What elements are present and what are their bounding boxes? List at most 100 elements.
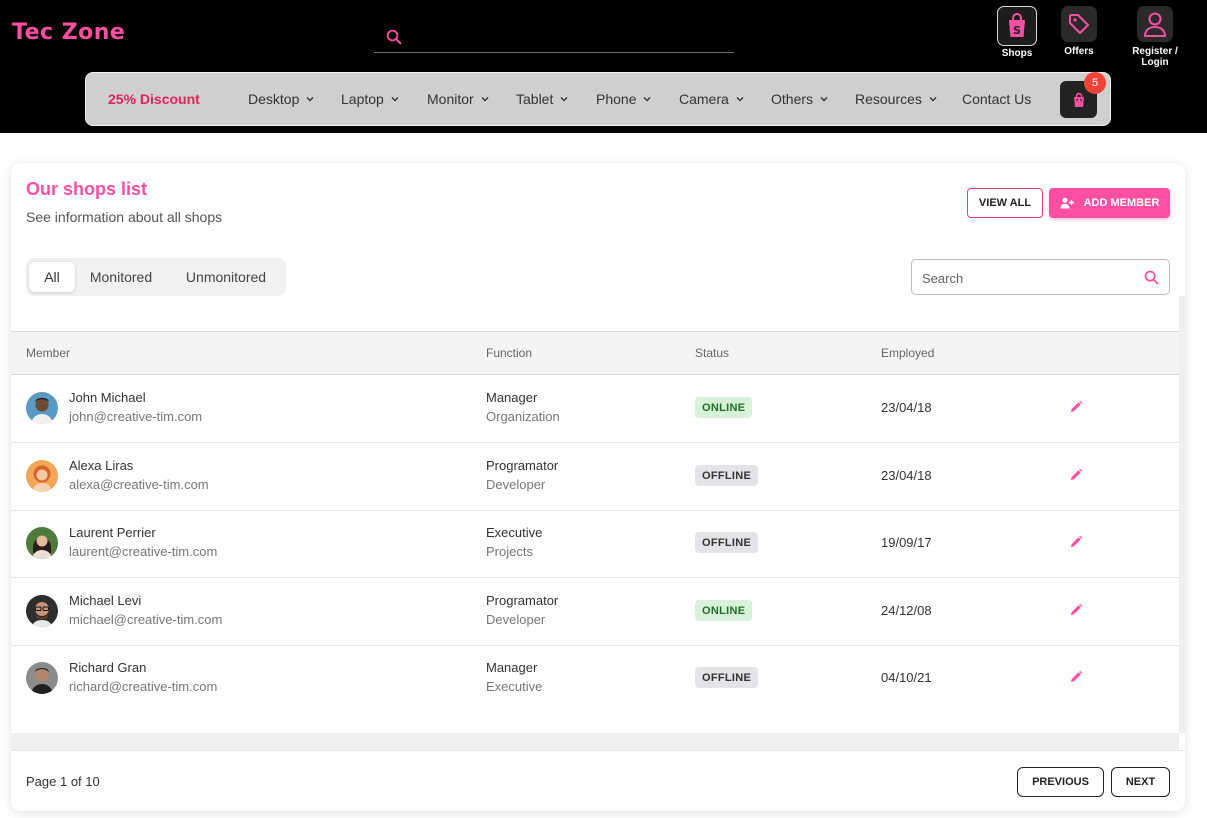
- filter-tabs: All Monitored Unmonitored: [26, 258, 286, 296]
- offers-button[interactable]: Offers: [1061, 6, 1097, 57]
- cart-count-badge: 5: [1084, 72, 1106, 94]
- nav-item-resources[interactable]: Resources: [855, 91, 938, 107]
- table-row: John Michael john@creative-tim.com Manag…: [11, 375, 1179, 443]
- status-badge: OFFLINE: [695, 667, 759, 688]
- table-header: Member Function Status Employed: [11, 331, 1179, 375]
- member-email: richard@creative-tim.com: [69, 679, 218, 694]
- tab-all[interactable]: All: [29, 262, 75, 292]
- nav-item-label: Others: [771, 91, 814, 107]
- tab-unmonitored[interactable]: Unmonitored: [176, 262, 276, 292]
- pencil-icon[interactable]: [1069, 535, 1083, 549]
- pencil-icon[interactable]: [1069, 468, 1083, 482]
- column-header-status: Status: [695, 346, 730, 360]
- top-search-input[interactable]: [414, 26, 724, 50]
- member-name: Michael Levi: [69, 593, 142, 608]
- employed-date: 04/10/21: [881, 670, 932, 685]
- table-scrollbar[interactable]: [1179, 296, 1185, 733]
- chevron-down-icon: [481, 97, 489, 102]
- status-badge: OFFLINE: [695, 532, 759, 553]
- function-title: Manager: [486, 390, 538, 405]
- function-title: Programator: [486, 593, 559, 608]
- nav-item-label: Tablet: [516, 91, 554, 107]
- nav-item-desktop[interactable]: Desktop: [248, 91, 315, 107]
- user-plus-icon: [1060, 197, 1074, 209]
- nav-item-label: Desktop: [248, 91, 300, 107]
- view-all-button[interactable]: VIEW ALL: [967, 188, 1043, 218]
- avatar: [26, 595, 58, 627]
- function-title: Executive: [486, 525, 543, 540]
- function-subtitle: Developer: [486, 612, 546, 627]
- table-search[interactable]: [911, 259, 1170, 295]
- pencil-icon[interactable]: [1069, 400, 1083, 414]
- column-header-employed: Employed: [881, 346, 935, 360]
- avatar: [26, 527, 58, 559]
- chevron-down-icon: [306, 97, 314, 102]
- chevron-down-icon: [736, 97, 744, 102]
- chevron-down-icon: [643, 97, 651, 102]
- table-row: Richard Gran richard@creative-tim.com Ma…: [11, 645, 1179, 713]
- nav-item-label: Monitor: [427, 91, 474, 107]
- discount-link[interactable]: 25% Discount: [108, 91, 200, 107]
- employed-date: 23/04/18: [881, 468, 932, 483]
- search-icon[interactable]: [385, 28, 403, 46]
- member-name: Alexa Liras: [69, 458, 134, 473]
- chevron-down-icon: [391, 97, 399, 102]
- chevron-down-icon: [820, 97, 828, 102]
- previous-button[interactable]: PREVIOUS: [1017, 767, 1104, 797]
- employed-date: 23/04/18: [881, 400, 932, 415]
- function-subtitle: Organization: [486, 409, 560, 424]
- site-logo[interactable]: Tec Zone: [12, 20, 125, 45]
- pencil-icon[interactable]: [1069, 670, 1083, 684]
- nav-item-laptop[interactable]: Laptop: [341, 91, 400, 107]
- member-name: John Michael: [69, 390, 146, 405]
- nav-item-tablet[interactable]: Tablet: [516, 91, 569, 107]
- shops-list-card: Our shops list See information about all…: [11, 163, 1185, 811]
- member-name: Richard Gran: [69, 660, 147, 675]
- column-header-function: Function: [486, 346, 533, 360]
- member-email: alexa@creative-tim.com: [69, 477, 209, 492]
- shopping-bag-icon: [1073, 92, 1084, 107]
- member-name: Laurent Perrier: [69, 525, 156, 540]
- search-icon[interactable]: [1143, 269, 1160, 286]
- column-header-member: Member: [26, 346, 71, 360]
- status-badge: OFFLINE: [695, 465, 759, 486]
- next-button[interactable]: NEXT: [1111, 767, 1170, 797]
- nav-item-others[interactable]: Others: [771, 91, 829, 107]
- nav-item-camera[interactable]: Camera: [679, 91, 745, 107]
- member-email: john@creative-tim.com: [69, 409, 203, 424]
- register-login-button[interactable]: Register / Login: [1120, 6, 1190, 68]
- card-title: Our shops list: [26, 179, 148, 199]
- horizontal-scrollbar[interactable]: [11, 733, 1179, 750]
- table-row: Alexa Liras alexa@creative-tim.com Progr…: [11, 443, 1179, 511]
- status-badge: ONLINE: [695, 397, 753, 418]
- avatar: [26, 460, 58, 492]
- page-info: Page 1 of 10: [26, 774, 100, 789]
- card-subtitle: See information about all shops: [26, 209, 223, 225]
- search-input[interactable]: [922, 268, 1132, 288]
- table-row: Laurent Perrier laurent@creative-tim.com…: [11, 510, 1179, 578]
- nav-item-label: Laptop: [341, 91, 384, 107]
- avatar: [26, 392, 58, 424]
- nav-item-label: Contact Us: [962, 91, 1032, 107]
- employed-date: 24/12/08: [881, 603, 932, 618]
- shopping-bag-icon: S: [1009, 13, 1025, 37]
- main-navbar: 25% Discount Desktop Laptop Monitor Tabl…: [85, 72, 1111, 126]
- chevron-down-icon: [560, 97, 568, 102]
- nav-item-label: Camera: [679, 91, 729, 107]
- table-row: Michael Levi michael@creative-tim.com Pr…: [11, 578, 1179, 646]
- shops-label: Shops: [1001, 48, 1033, 59]
- nav-item-label: Phone: [596, 91, 637, 107]
- function-subtitle: Executive: [486, 679, 543, 694]
- svg-text:S: S: [1013, 24, 1021, 37]
- add-member-button[interactable]: ADD MEMBER: [1049, 188, 1170, 218]
- nav-item-monitor[interactable]: Monitor: [427, 91, 490, 107]
- nav-item-phone[interactable]: Phone: [596, 91, 652, 107]
- pencil-icon[interactable]: [1069, 603, 1083, 617]
- table-footer: Page 1 of 10 PREVIOUS NEXT: [11, 750, 1185, 811]
- shops-button[interactable]: S Shops: [997, 6, 1037, 59]
- register-login-label: Register / Login: [1132, 46, 1178, 68]
- top-search-bar[interactable]: [374, 22, 734, 53]
- tab-monitored[interactable]: Monitored: [81, 262, 161, 292]
- top-header: Tec Zone S Shops Offers Register / Login…: [0, 0, 1207, 133]
- nav-item-contact-us[interactable]: Contact Us: [962, 91, 1031, 107]
